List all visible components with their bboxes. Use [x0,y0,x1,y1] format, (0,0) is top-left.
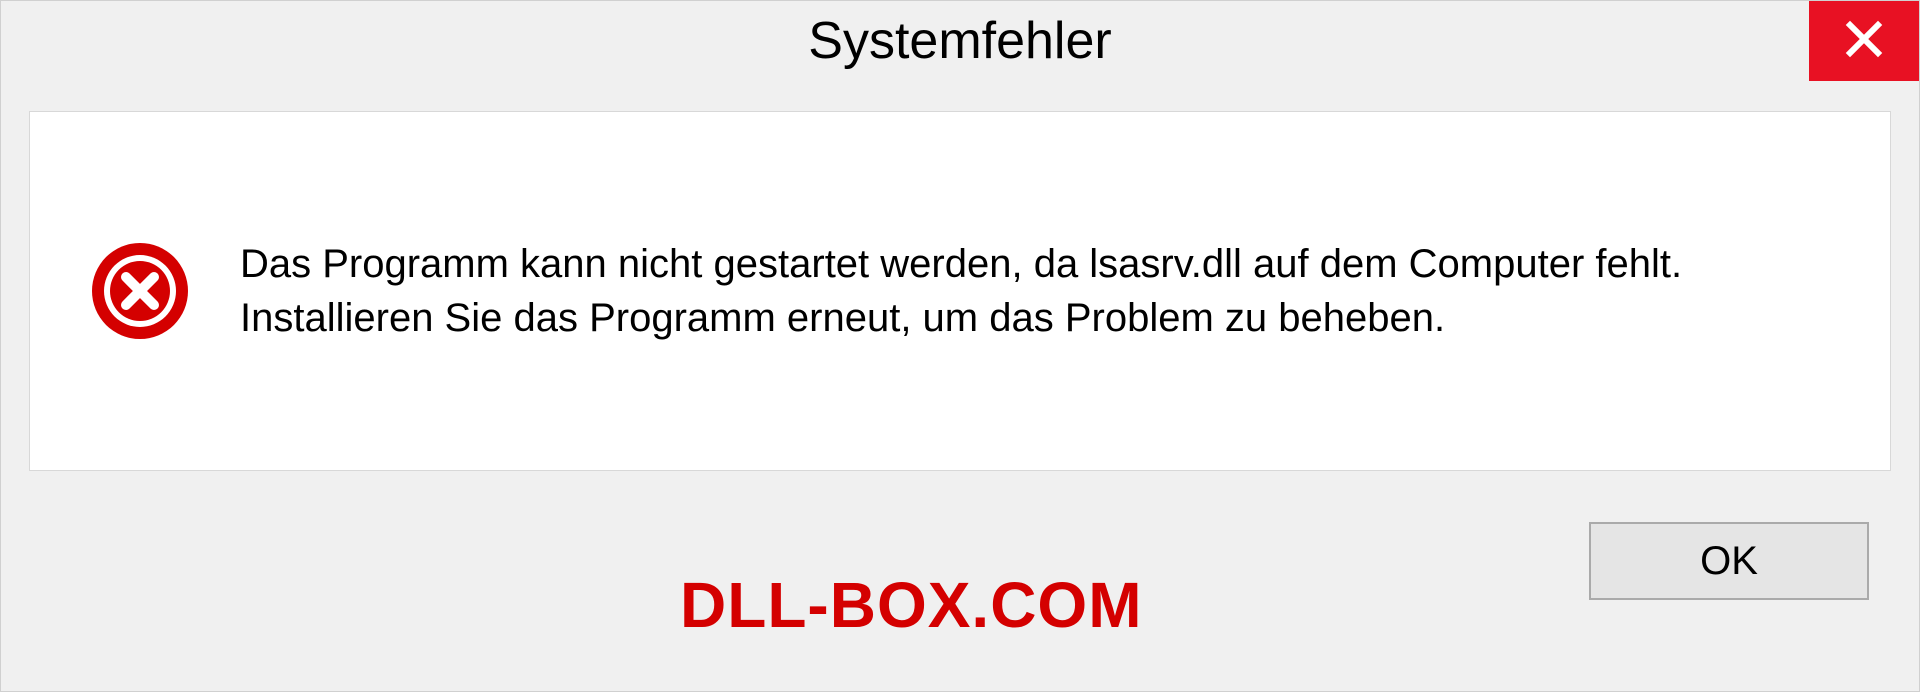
content-area: Das Programm kann nicht gestartet werden… [29,111,1891,471]
close-icon [1844,19,1884,64]
ok-button[interactable]: OK [1589,522,1869,600]
close-button[interactable] [1809,1,1919,81]
error-dialog: Systemfehler Das Programm kann nicht ges… [0,0,1920,692]
titlebar: Systemfehler [1,1,1919,101]
error-message: Das Programm kann nicht gestartet werden… [240,237,1830,345]
error-icon [90,241,190,341]
dialog-title: Systemfehler [808,11,1111,71]
button-row: DLL-BOX.COM OK [1,471,1919,651]
watermark-text: DLL-BOX.COM [680,568,1143,642]
